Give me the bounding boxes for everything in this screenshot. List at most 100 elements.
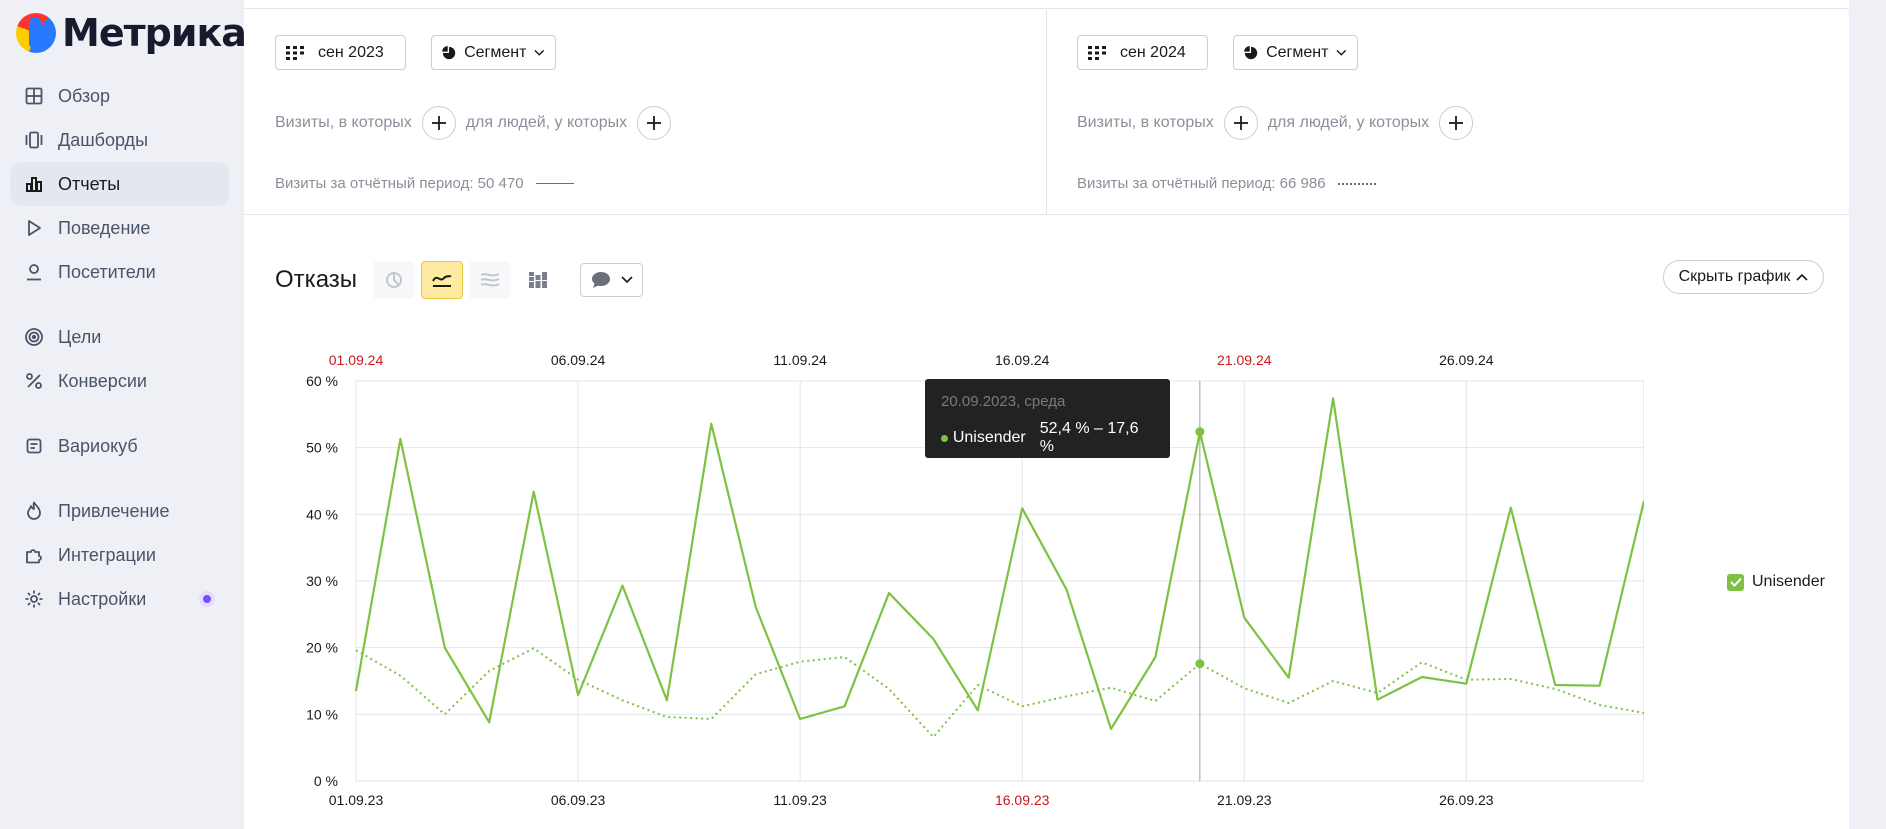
view-line-button[interactable] [421, 261, 463, 299]
metrika-logo-icon [16, 13, 56, 53]
plus-icon [647, 116, 662, 130]
grid-icon [24, 86, 44, 106]
segment-conditions: Визиты, в которых для людей, у которых [1077, 106, 1483, 140]
x-top-tick-label: 26.09.24 [1439, 352, 1494, 368]
bar-chart-icon [24, 174, 44, 194]
puzzle-icon [24, 545, 44, 565]
people-condition-label: для людей, у которых [465, 114, 628, 131]
app-name: Метрика [62, 11, 247, 55]
sidebar-item-label: Привлечение [58, 500, 170, 521]
segment-conditions: Визиты, в которых для людей, у которых [275, 106, 681, 140]
y-tick-label: 0 % [314, 773, 338, 789]
tooltip-value: 52,4 % – 17,6 % [1039, 420, 1139, 455]
plus-icon [1233, 116, 1248, 130]
chevron-down-icon [620, 276, 633, 284]
view-area-button[interactable] [469, 261, 511, 299]
plus-icon [1449, 116, 1464, 130]
visits-condition-label: Визиты, в которых [1077, 114, 1214, 131]
sidebar-item-variocube[interactable]: Вариокуб [10, 424, 229, 468]
y-tick-label: 20 % [306, 640, 338, 656]
main-content: сен 2023 Сегмент Визиты, в которых для л… [244, 0, 1849, 829]
sidebar-item-visitors[interactable]: Посетители [10, 250, 229, 294]
variocube-icon [24, 436, 44, 456]
annotations-dropdown[interactable] [580, 263, 643, 297]
x-bottom-tick-label: 16.09.23 [995, 792, 1050, 808]
segment-label: Сегмент [464, 43, 527, 61]
people-condition-label: для людей, у которых [1267, 114, 1430, 131]
x-top-tick-label: 01.09.24 [329, 352, 384, 368]
period-button[interactable]: сен 2023 [275, 35, 406, 70]
chart-tooltip: 20.09.2023, среда Unisender 52,4 % – 17,… [925, 379, 1170, 458]
dashboards-icon [24, 130, 44, 150]
percent-icon [24, 371, 44, 391]
period-label: сен 2024 [1120, 43, 1186, 61]
legend-label: Unisender [1752, 573, 1825, 590]
x-bottom-tick-label: 26.09.23 [1439, 792, 1494, 808]
sidebar-item-acquisition[interactable]: Привлечение [10, 489, 229, 533]
x-bottom-tick-label: 11.09.23 [773, 792, 827, 808]
hide-chart-button[interactable]: Скрыть график [1663, 260, 1824, 294]
x-top-tick-label: 06.09.24 [551, 352, 606, 368]
legend-item-unisender[interactable]: Unisender [1727, 573, 1825, 591]
sidebar-item-label: Конверсии [58, 370, 147, 391]
metrika-logo[interactable]: Метрика [16, 11, 247, 55]
sidebar-item-settings[interactable]: Настройки [10, 577, 229, 621]
solid-line-swatch [535, 183, 574, 184]
period-button[interactable]: сен 2024 [1077, 35, 1208, 70]
segment-dropdown[interactable]: Сегмент [431, 35, 556, 70]
sidebar-item-dashboards[interactable]: Дашборды [10, 118, 229, 162]
add-visits-condition-button[interactable] [421, 106, 456, 140]
pie-chart-icon [386, 272, 402, 288]
x-bottom-tick-label: 01.09.23 [329, 792, 384, 808]
sidebar-item-label: Поведение [58, 217, 151, 238]
sidebar-item-label: Отчеты [58, 173, 121, 194]
play-icon [24, 218, 44, 238]
x-top-tick-label: 21.09.24 [1217, 352, 1272, 368]
sidebar-item-label: Цели [58, 326, 102, 347]
x-bottom-tick-label: 06.09.23 [551, 792, 606, 808]
view-bar-button[interactable] [517, 261, 559, 299]
segment-panel-2024: сен 2024 Сегмент Визиты, в которых для л… [1047, 10, 1849, 215]
y-tick-label: 50 % [306, 440, 338, 456]
sidebar-item-integrations[interactable]: Интеграции [10, 533, 229, 577]
pie-icon [442, 45, 456, 59]
tooltip-series: Unisender [952, 429, 1026, 446]
sidebar-item-goals[interactable]: Цели [10, 315, 229, 359]
highlight-point [1195, 659, 1205, 669]
y-tick-label: 30 % [306, 573, 338, 589]
sidebar-item-label: Обзор [58, 85, 110, 106]
sidebar-item-conversions[interactable]: Конверсии [10, 359, 229, 403]
visits-condition-label: Визиты, в которых [275, 114, 412, 131]
sidebar-nav: Обзор Дашборды Отчеты Поведение Посетите… [10, 74, 229, 621]
sidebar-item-behavior[interactable]: Поведение [10, 206, 229, 250]
pie-icon [1244, 45, 1258, 59]
add-people-condition-button[interactable] [637, 106, 672, 140]
calendar-grid-icon [286, 45, 304, 60]
period-label: сен 2023 [318, 43, 384, 61]
sidebar-item-reports[interactable]: Отчеты [10, 162, 229, 206]
plus-icon [431, 116, 446, 130]
add-people-condition-button[interactable] [1439, 106, 1474, 140]
series-line-2023 [355, 647, 1644, 738]
sidebar-item-label: Дашборды [58, 129, 148, 150]
target-icon [24, 327, 44, 347]
highlight-point [1195, 427, 1205, 437]
view-pie-button[interactable] [373, 261, 415, 299]
checkbox-checked-icon [1727, 573, 1744, 591]
chart-title: Отказы [275, 266, 358, 293]
user-icon [24, 262, 44, 282]
add-visits-condition-button[interactable] [1223, 106, 1258, 140]
sidebar-item-overview[interactable]: Обзор [10, 74, 229, 118]
y-tick-label: 10 % [306, 706, 338, 722]
area-chart-icon [480, 273, 500, 287]
segment-dropdown[interactable]: Сегмент [1233, 35, 1358, 70]
flame-icon [24, 501, 44, 521]
chevron-down-icon [1336, 49, 1347, 56]
line-chart-icon [432, 275, 452, 287]
sidebar: Метрика Обзор Дашборды Отчеты Поведение [0, 0, 247, 829]
visits-total: Визиты за отчётный период: 66 986 [1077, 175, 1376, 192]
series-dot [941, 434, 948, 442]
sidebar-item-label: Интеграции [58, 544, 156, 565]
gear-icon [24, 589, 44, 609]
x-bottom-tick-label: 21.09.23 [1217, 792, 1272, 808]
